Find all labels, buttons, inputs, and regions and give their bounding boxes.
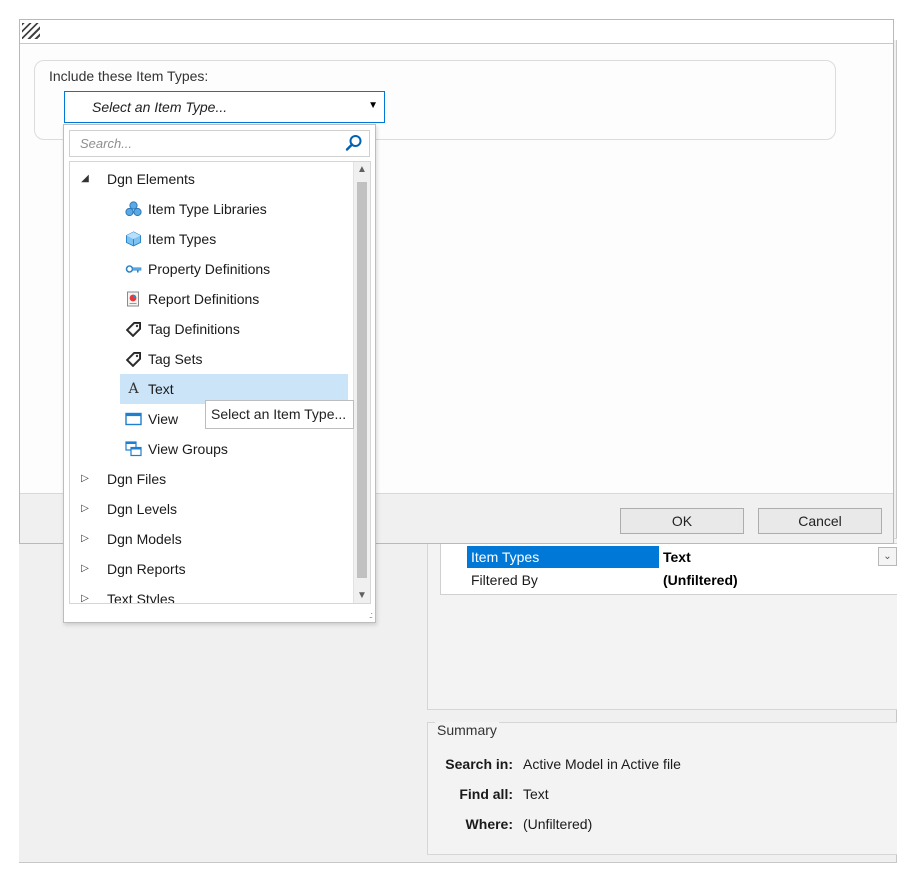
summary-find-all-value: Text [523, 786, 549, 802]
tree-item-item-type-libraries[interactable]: Item Type Libraries [70, 194, 353, 224]
property-key: Item Types [467, 546, 659, 568]
expand-triangle-icon[interactable]: ▷ [78, 554, 92, 584]
search-input[interactable]: Search... [69, 130, 370, 157]
tree-item-label: View Groups [148, 441, 228, 457]
scroll-up-arrow-icon[interactable]: ▲ [354, 164, 370, 175]
tree-item-dgn-levels[interactable]: ▷ Dgn Levels [70, 494, 353, 524]
tree-item-label: Text [148, 381, 174, 397]
scrollbar-thumb[interactable] [357, 182, 367, 578]
tree-item-dgn-files[interactable]: ▷ Dgn Files [70, 464, 353, 494]
tree-item-label: Report Definitions [148, 291, 260, 307]
drag-grip-icon[interactable] [22, 23, 40, 39]
tooltip: Select an Item Type... [205, 400, 354, 429]
tree-item-label: Dgn Files [107, 471, 167, 487]
collapse-triangle-icon[interactable]: ◢ [78, 164, 92, 194]
view-icon [125, 412, 142, 426]
tree-item-dgn-reports[interactable]: ▷ Dgn Reports [70, 554, 353, 584]
item-types-icon [126, 231, 141, 247]
tree-item-text-styles[interactable]: ▷ Text Styles [70, 584, 353, 604]
tag-sets-icon [126, 352, 141, 367]
expand-triangle-icon[interactable]: ▷ [78, 494, 92, 524]
property-row-item-types[interactable]: Item Types Text ⌄ [441, 546, 897, 568]
tree-item-label: View [148, 411, 179, 427]
tree-item-label: Tag Definitions [148, 321, 240, 337]
property-definitions-icon [125, 265, 142, 273]
expand-triangle-icon[interactable]: ▷ [78, 464, 92, 494]
tree-item-dgn-models[interactable]: ▷ Dgn Models [70, 524, 353, 554]
summary-search-in-label: Search in: [445, 756, 513, 772]
chevron-down-icon[interactable]: ⌄ [878, 547, 897, 566]
summary-where-label: Where: [465, 816, 513, 832]
tree-item-tag-sets[interactable]: Tag Sets [70, 344, 353, 374]
property-row-filtered-by[interactable]: Filtered By (Unfiltered) [441, 569, 897, 591]
tree-item-dgn-elements[interactable]: ◢ Dgn Elements [70, 164, 353, 194]
tag-definitions-icon [126, 322, 141, 337]
tree-item-label: Dgn Levels [107, 501, 178, 517]
item-type-combobox[interactable]: Select an Item Type... ▼ [64, 91, 385, 123]
tree-item-tag-definitions[interactable]: Tag Definitions [70, 314, 353, 344]
summary-where-value: (Unfiltered) [523, 816, 593, 832]
group-label: Include these Item Types: [49, 68, 209, 84]
property-key: Filtered By [471, 572, 538, 588]
tree-scrollbar[interactable]: ▲ ▼ [353, 162, 370, 603]
property-value: Text [663, 549, 691, 565]
resize-grip-icon[interactable]: .: [369, 610, 373, 620]
tree-item-label: Item Type Libraries [148, 201, 267, 217]
tree-item-item-types[interactable]: Item Types [70, 224, 353, 254]
tree-item-property-definitions[interactable]: Property Definitions [70, 254, 353, 284]
item-type-libraries-icon [125, 201, 142, 217]
tree-item-label: Text Styles [107, 591, 175, 604]
item-type-dropdown: Search... ◢ Dgn Elements Item Type Libra… [63, 124, 376, 623]
ok-button[interactable]: OK [620, 508, 744, 534]
tree-item-label: Item Types [148, 231, 217, 247]
dialog-titlebar[interactable] [20, 20, 893, 44]
scroll-down-arrow-icon[interactable]: ▼ [354, 590, 370, 601]
tree-item-view-groups[interactable]: View Groups [70, 434, 353, 464]
text-icon: A [128, 381, 139, 397]
dropdown-arrow-icon[interactable]: ▼ [368, 100, 378, 111]
cancel-button[interactable]: Cancel [758, 508, 882, 534]
report-definitions-icon [127, 291, 139, 307]
expand-triangle-icon[interactable]: ▷ [78, 524, 92, 554]
item-type-tree: ◢ Dgn Elements Item Type Libraries Item … [69, 161, 371, 604]
tree-item-label: Dgn Reports [107, 561, 186, 577]
summary-find-all-label: Find all: [459, 786, 513, 802]
summary-search-in-value: Active Model in Active file [523, 756, 681, 772]
search-placeholder: Search... [80, 136, 133, 151]
tree-item-report-definitions[interactable]: Report Definitions [70, 284, 353, 314]
search-icon[interactable] [345, 134, 363, 152]
property-value: (Unfiltered) [663, 572, 738, 588]
view-groups-icon [125, 441, 142, 457]
tree-item-label: Property Definitions [148, 261, 271, 277]
combobox-value: Select an Item Type... [92, 99, 228, 115]
summary-title: Summary [435, 722, 499, 738]
tree-item-label: Dgn Elements [107, 171, 195, 187]
tree-item-label: Tag Sets [148, 351, 203, 367]
properties-table: Item Types Text ⌄ Filtered By (Unfiltere… [440, 543, 897, 595]
expand-triangle-icon[interactable]: ▷ [78, 584, 92, 603]
tree-item-label: Dgn Models [107, 531, 182, 547]
